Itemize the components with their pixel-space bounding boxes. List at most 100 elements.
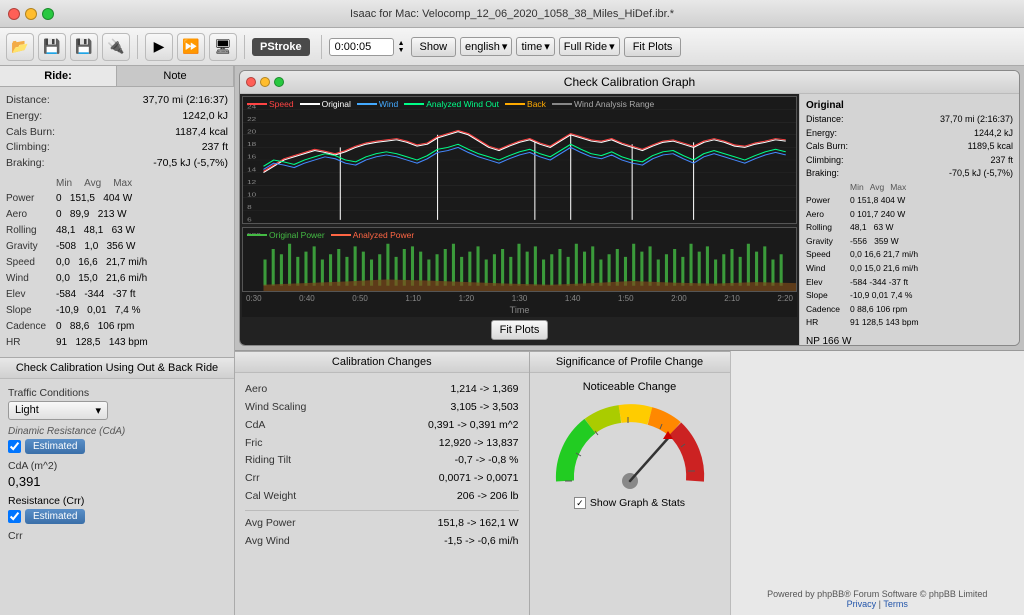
- open-icon[interactable]: 📂: [6, 33, 34, 61]
- crr-checkbox[interactable]: [8, 510, 21, 523]
- display-icon[interactable]: 🖥: [209, 33, 237, 61]
- ccg-body: Speed Original Wind: [240, 94, 1019, 345]
- original-color: [300, 103, 320, 105]
- sidebar-tabs: Ride: Note: [0, 66, 234, 87]
- save-icon[interactable]: 💾: [38, 33, 66, 61]
- ccg-right-panel: Original Distance: 37,70 mi (2:16:37) En…: [799, 94, 1019, 345]
- svg-text:14: 14: [247, 168, 256, 173]
- traffic-label: Traffic Conditions: [8, 387, 226, 399]
- minimize-button[interactable]: [25, 8, 37, 20]
- stats-table: Min Avg Max Power0 151,5 404 W Aero0 89,…: [6, 176, 228, 351]
- tab-ride[interactable]: Ride:: [0, 66, 117, 86]
- show-button[interactable]: Show: [411, 37, 457, 57]
- tab-note[interactable]: Note: [117, 66, 234, 86]
- table-row: Aero0 89,9 213 W: [6, 207, 228, 223]
- legend-wind-analysis: Wind Analysis Range: [552, 99, 654, 109]
- traffic-row: Traffic Conditions Light ▾: [8, 387, 226, 420]
- cals-row: Cals Burn: 1187,4 kcal: [6, 125, 228, 141]
- table-row: Rolling48,1 48,1 63 W: [6, 223, 228, 239]
- time-stepper[interactable]: ▲ ▼: [398, 40, 405, 54]
- traffic-dropdown[interactable]: Light ▾: [8, 401, 108, 420]
- change-crr: Crr 0,0071 -> 0,0071: [245, 470, 519, 488]
- time-axis: 0:30 0:40 0:50 1:10 1:20 1:30 1:40 1:50 …: [242, 292, 797, 305]
- title-bar: Isaac for Mac: Velocomp_12_06_2020_1058_…: [0, 0, 1024, 28]
- table-row: Gravity-508 1,0 356 W: [6, 239, 228, 255]
- show-graph-checkbox[interactable]: ✓: [574, 497, 586, 509]
- svg-text:12: 12: [247, 180, 256, 185]
- show-graph-label: Show Graph & Stats: [590, 497, 685, 509]
- change-fric: Fric 12,920 -> 13,837: [245, 435, 519, 453]
- usb-icon[interactable]: 🔌: [102, 33, 130, 61]
- footer-links-row: Privacy | Terms: [767, 599, 987, 609]
- change-wind-scaling: Wind Scaling 3,105 -> 3,503: [245, 399, 519, 417]
- window-title: Isaac for Mac: Velocomp_12_06_2020_1058_…: [350, 8, 674, 20]
- table-row: Cadence0 88,6 106 rpm: [6, 319, 228, 335]
- analyzed-power-color: [331, 234, 351, 236]
- table-row: Slope-10,9 0,01 7,4 %: [6, 303, 228, 319]
- changes-body: Aero 1,214 -> 1,369 Wind Scaling 3,105 -…: [235, 373, 529, 559]
- time-dropdown[interactable]: time ▾: [516, 37, 554, 56]
- ccg-min-button[interactable]: [260, 77, 270, 87]
- privacy-link[interactable]: Privacy: [847, 599, 877, 609]
- svg-text:22: 22: [247, 117, 256, 122]
- orig-cals: Cals Burn: 1189,5 kcal: [806, 140, 1013, 154]
- forward-icon[interactable]: ⏩: [177, 33, 205, 61]
- bottom-row: Calibration Changes Aero 1,214 -> 1,369 …: [235, 350, 1024, 615]
- table-row: HR91 128,5 143 bpm: [806, 316, 1013, 330]
- ccg-max-button[interactable]: [274, 77, 284, 87]
- change-avg-wind: Avg Wind -1,5 -> -0,6 mi/h: [245, 533, 519, 551]
- time-input[interactable]: [329, 38, 394, 56]
- save2-icon[interactable]: 💾: [70, 33, 98, 61]
- climbing-value: 237 ft: [202, 140, 228, 156]
- energy-row: Energy: 1242,0 kJ: [6, 109, 228, 125]
- original-section: Original Distance: 37,70 mi (2:16:37) En…: [806, 100, 1013, 345]
- cda-checkbox[interactable]: [8, 440, 21, 453]
- sidebar-content: Distance: 37,70 mi (2:16:37) Energy: 124…: [0, 87, 234, 357]
- table-row: Elev-584 -344 -37 ft: [806, 276, 1013, 290]
- powered-by-text: Powered by phpBB® Forum Software © phpBB…: [767, 589, 987, 599]
- analyzed-wind-out-color: [404, 103, 424, 105]
- power-legend: Original Power Analyzed Power: [247, 230, 414, 240]
- table-row: Slope-10,9 0,01 7,4 %: [806, 289, 1013, 303]
- dynamic-resistance-label: Dinamic Resistance (CdA): [8, 426, 226, 437]
- fit-plots-button[interactable]: Fit Plots: [491, 320, 549, 340]
- original-power-color: [247, 234, 267, 236]
- ride-dropdown[interactable]: Full Ride ▾: [559, 37, 620, 56]
- table-row: Cadence0 88,6 106 rpm: [806, 303, 1013, 317]
- time-label: Time: [242, 305, 797, 317]
- window-controls: [8, 8, 54, 20]
- crr-estimated-badge: Estimated: [25, 509, 85, 524]
- wind-color: [357, 103, 377, 105]
- separator: [137, 35, 138, 59]
- maximize-button[interactable]: [42, 8, 54, 20]
- crr-label: Crr: [8, 530, 226, 542]
- show-graph-row: ✓ Show Graph & Stats: [574, 497, 685, 509]
- significance-panel: Significance of Profile Change Noticeabl…: [530, 351, 730, 615]
- orig-climbing: Climbing: 237 ft: [806, 154, 1013, 168]
- fit-plots-toolbar-button[interactable]: Fit Plots: [624, 37, 682, 57]
- language-dropdown[interactable]: english ▾: [460, 37, 512, 56]
- play-icon[interactable]: ▶: [145, 33, 173, 61]
- change-aero: Aero 1,214 -> 1,369: [245, 381, 519, 399]
- crr-row: Resistance (Crr) Estimated: [8, 495, 226, 524]
- svg-text:16: 16: [247, 155, 256, 160]
- legend-speed: Speed: [247, 99, 294, 109]
- speed-legend: Speed Original Wind: [247, 99, 654, 109]
- legend-wind: Wind: [357, 99, 398, 109]
- sig-body: Noticeable Change: [530, 373, 730, 517]
- wind-analysis-color: [552, 103, 572, 105]
- cda-value-row: CdA (m^2) 0,391: [8, 460, 226, 489]
- fit-plots-container: Fit Plots: [242, 317, 797, 343]
- calib-panel-title: Check Calibration Using Out & Back Ride: [0, 358, 234, 379]
- climbing-row: Climbing: 237 ft: [6, 140, 228, 156]
- cda-label: CdA (m^2): [8, 460, 226, 472]
- close-button[interactable]: [8, 8, 20, 20]
- table-row: Aero0 101,7 240 W: [806, 208, 1013, 222]
- table-row: Wind0,0 15,0 21,6 mi/h: [806, 262, 1013, 276]
- terms-link[interactable]: Terms: [883, 599, 908, 609]
- braking-value: -70,5 kJ (-5,7%): [153, 156, 228, 172]
- legend-back: Back: [505, 99, 546, 109]
- ccg-close-button[interactable]: [246, 77, 256, 87]
- change-avg-power: Avg Power 151,8 -> 162,1 W: [245, 515, 519, 533]
- energy-value: 1242,0 kJ: [182, 109, 228, 125]
